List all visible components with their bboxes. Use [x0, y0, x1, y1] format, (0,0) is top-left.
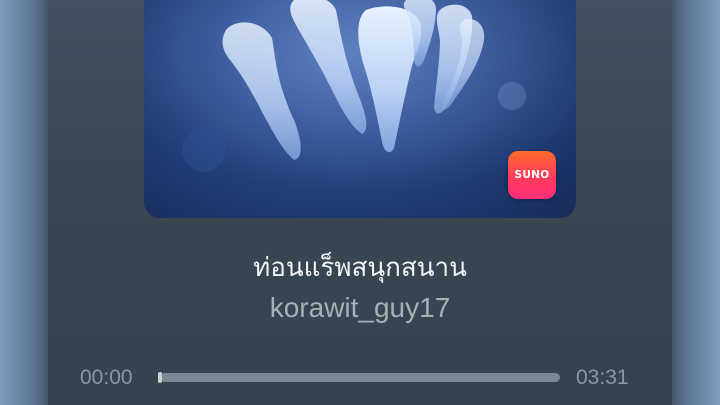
- artist-name[interactable]: korawit_guy17: [0, 288, 720, 328]
- background-edge-right: [672, 0, 720, 405]
- suno-app-icon[interactable]: SUNO: [508, 151, 556, 199]
- player-screen: SUNO ท่อนแร็พสนุกสนาน korawit_guy17 00:0…: [0, 0, 720, 405]
- suno-badge-label: SUNO: [514, 169, 550, 181]
- current-time: 00:00: [80, 366, 133, 389]
- progress-bar[interactable]: [160, 373, 560, 382]
- background-edge-left: [0, 0, 48, 405]
- total-duration: 03:31: [576, 366, 629, 389]
- progress-thumb[interactable]: [158, 372, 162, 383]
- song-title: ท่อนแร็พสนุกสนาน: [253, 253, 467, 283]
